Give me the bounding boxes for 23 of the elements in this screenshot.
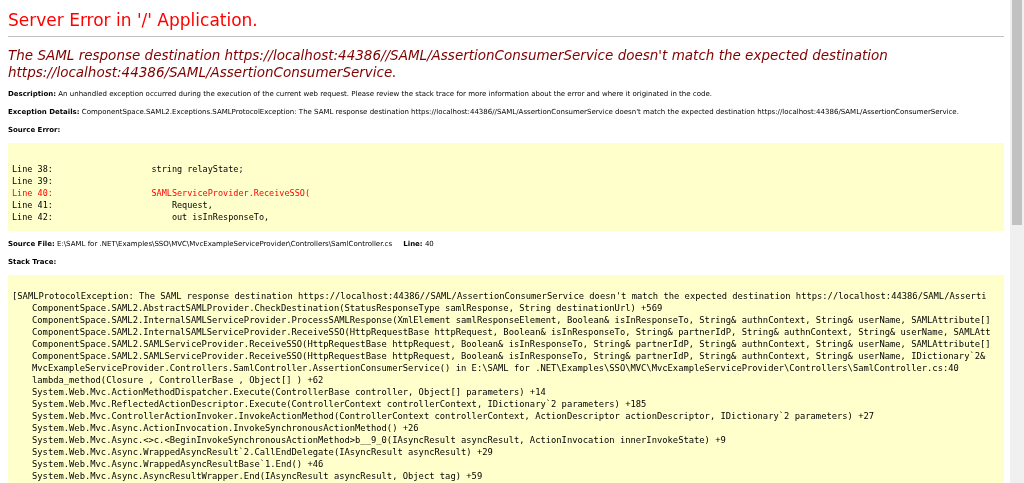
stack-trace-line: lambda_method(Closure , ControllerBase , Object[] ) +62 (31, 374, 325, 386)
stack-trace-line: System.Web.Mvc.Async.<>c.<BeginInvokeSynchronousActionMethod>b__9_0(IAsyncResult asyncResult, ActionInvocation innerInvokeState) +9 (31, 434, 727, 446)
stack-trace-line: System.Web.Mvc.ControllerActionInvoker.InvokeActionMethod(ControllerContext controllerContext, ActionDescriptor actionDescriptor, IDictionary`2 parameters) +27 (31, 410, 876, 422)
error-message: The SAML response destination https://localhost:44386//SAML/AssertionConsumerService doesn't match the expected destination https://localhost:44386/SAML/AssertionConsumerService. (8, 47, 889, 81)
stack-trace-line: ComponentSpace.SAML2.InternalSAMLServiceProvider.ReceiveSSO(HttpRequestBase httpRequest, Boolean& isInResponseTo, String& partnerIdP, String& authnContext, String& userName, SAMLAtt (31, 326, 992, 338)
stack-trace-line: System.Web.Mvc.Async.WrappedAsyncResult`2.CallEndDelegate(IAsyncResult asyncResult) +29 (31, 446, 494, 458)
code-line: Line 38: string relayState; (12, 163, 245, 175)
stack-trace-line: System.Web.Mvc.ActionMethodDispatcher.Execute(ControllerBase controller, Object[] parameters) +14 (31, 386, 547, 398)
stack-trace-line: ComponentSpace.SAML2.SAMLServiceProvider.ReceiveSSO(HttpRequestBase httpRequest, Boolean& isInResponseTo, String& partnerIdP, String& authnContext, String& userName, SAMLAttribute[] (31, 338, 992, 350)
stack-trace-line: ComponentSpace.SAML2.AbstractSAMLProvider.CheckDestination(StatusResponseType samlResponse, String destinationUrl) +569 (31, 302, 664, 314)
stack-trace-line: System.Web.Mvc.Async.ActionInvocation.InvokeSynchronousActionMethod() +26 (31, 422, 420, 434)
code-line: Line 41: Request, (12, 199, 214, 211)
stack-trace-line: ComponentSpace.SAML2.InternalSAMLServiceProvider.ProcessSAMLResponse(XmlElement samlResponseElement, Boolean& isInResponseTo, String& authnContext, String& userName, SAMLAttribute[] (31, 314, 992, 326)
code-line: Line 42: out isInResponseTo, (12, 211, 271, 223)
stack-trace-line: System.Web.Mvc.Async.WrappedAsyncResultBase`1.End() +46 (31, 458, 325, 470)
stack-trace-line: MvcExampleServiceProvider.Controllers.SamlController.AssertionConsumerService() in E:\SAML for .NET\Examples\SSO\MVC\MvcExampleServiceProvider\Controllers\SamlController.cs:40 (31, 362, 960, 374)
stack-trace-line: System.Web.Mvc.ReflectedActionDescriptor.Execute(ControllerContext controllerContext, IDictionary`2 parameters) +185 (31, 398, 648, 410)
stack-trace-line: [SAMLProtocolException: The SAML response destination https://localhost:44386//SAML/AssertionConsumerService doesn't match the expected destination https://localhost:44386/SAML/Asserti (12, 290, 988, 302)
stack-trace-line: System.Web.Mvc.Async.AsyncResultWrapper.End(IAsyncResult asyncResult, Object tag) +59 (31, 470, 484, 482)
page-title: Server Error in '/' Application. (8, 10, 1004, 37)
code-line: Line 39: (12, 175, 54, 187)
stack-trace-line: ComponentSpace.SAML2.SAMLServiceProvider.ReceiveSSO(HttpRequestBase httpRequest, Boolean& isInResponseTo, String& partnerIdP, String& authnContext, String& userName, IDictionary`2& (31, 350, 987, 362)
code-line: Line 40: SAMLServiceProvider.ReceiveSSO( (12, 187, 312, 199)
